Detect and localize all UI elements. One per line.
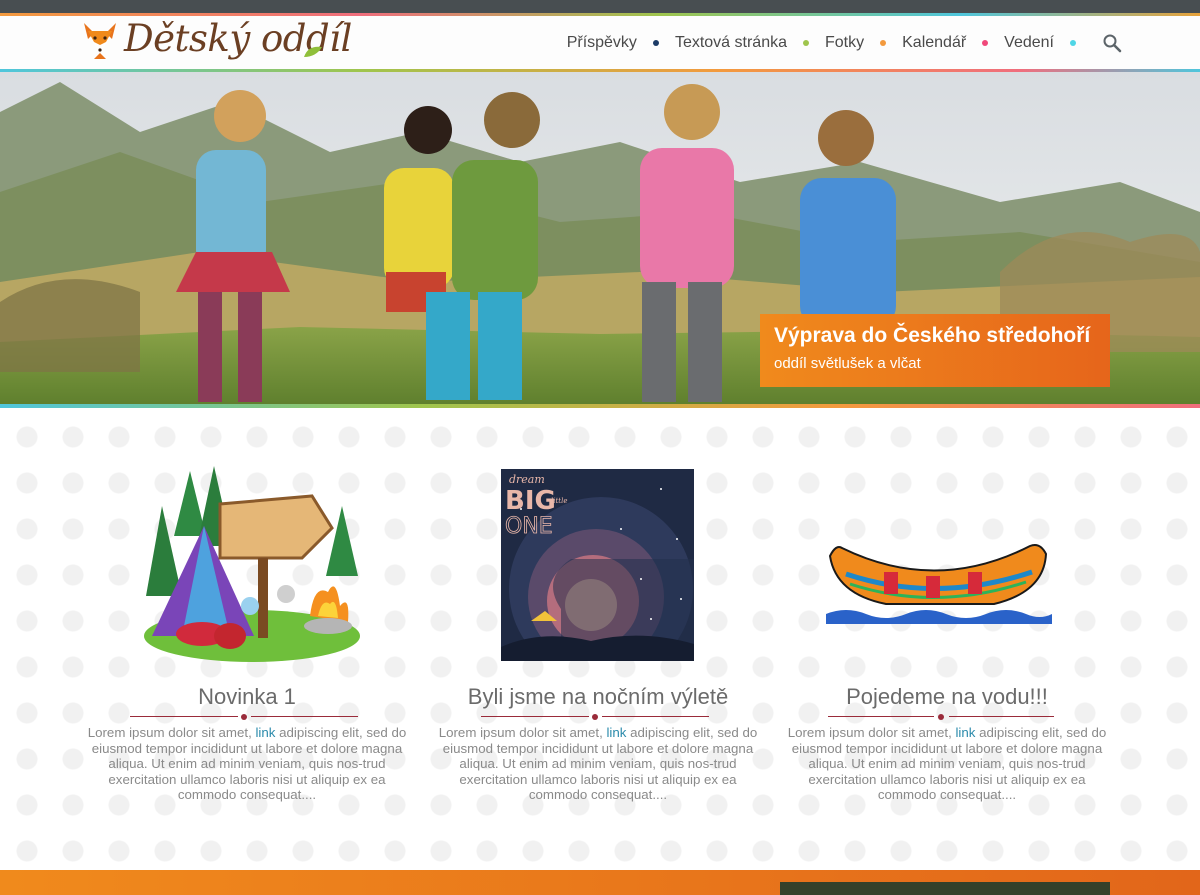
divider-line xyxy=(130,716,238,717)
nav-item-kalendar[interactable]: Kalendář xyxy=(902,34,966,52)
nav-dot xyxy=(982,40,989,46)
text-before-link: Lorem ipsum dolor sit amet, xyxy=(438,725,607,740)
text-before-link: Lorem ipsum dolor sit amet, xyxy=(87,725,256,740)
nav-dot xyxy=(803,40,809,46)
canoe-illustration[interactable] xyxy=(826,534,1052,624)
inline-link[interactable]: link xyxy=(255,725,275,740)
poster-text-big: BIG xyxy=(505,486,556,516)
hero-banner[interactable]: Výprava do Českého středohoří oddíl svět… xyxy=(0,72,1200,406)
nav-item-prispevky[interactable]: Příspěvky xyxy=(567,34,637,52)
header-rainbow-top xyxy=(0,13,1200,16)
footer-band xyxy=(0,870,1200,895)
divider-line xyxy=(481,716,589,717)
night-poster-illustration[interactable]: dream BIG little ONE xyxy=(501,469,694,661)
main-nav: Příspěvky Textová stránka Fotky Kalendář… xyxy=(567,29,1122,57)
camping-tent-illustration[interactable] xyxy=(142,466,367,666)
nav-dot xyxy=(1070,40,1076,46)
news-card-title[interactable]: Byli jsme na nočním výletě xyxy=(433,684,763,710)
divider-dot xyxy=(938,714,944,720)
leaf-icon xyxy=(304,46,322,57)
title-divider xyxy=(130,714,358,720)
news-section: Novinka 1 Lorem ipsum dolor sit amet, li… xyxy=(0,408,1200,870)
nav-dot xyxy=(880,40,887,46)
divider-dot xyxy=(592,714,598,720)
divider-line xyxy=(251,716,358,717)
news-card-text: Lorem ipsum dolor sit amet, link adipisc… xyxy=(433,725,763,803)
hero-caption-title: Výprava do Českého středohoří xyxy=(774,324,1091,347)
text-before-link: Lorem ipsum dolor sit amet, xyxy=(787,725,956,740)
title-divider xyxy=(481,714,709,720)
divider-line xyxy=(949,716,1054,717)
news-card-text: Lorem ipsum dolor sit amet, link adipisc… xyxy=(82,725,412,803)
inline-link[interactable]: link xyxy=(606,725,626,740)
news-card-title[interactable]: Novinka 1 xyxy=(82,684,412,710)
title-divider xyxy=(828,714,1054,720)
nav-item-textova-stranka[interactable]: Textová stránka xyxy=(675,34,787,52)
poster-text-dream: dream xyxy=(509,473,545,486)
poster-text-little: little xyxy=(551,497,568,505)
hero-caption-subtitle: oddíl světlušek a vlčat xyxy=(774,355,921,372)
divider-dot xyxy=(241,714,247,720)
divider-line xyxy=(828,716,934,717)
top-strip xyxy=(0,0,1200,13)
divider-line xyxy=(602,716,709,717)
footer-photo-thumbnail[interactable] xyxy=(780,882,1110,895)
site-logo[interactable]: Dětský oddíl xyxy=(80,17,352,69)
news-card-text: Lorem ipsum dolor sit amet, link adipisc… xyxy=(782,725,1112,803)
fox-icon xyxy=(84,23,116,59)
inline-link[interactable]: link xyxy=(955,725,975,740)
search-icon[interactable] xyxy=(1102,33,1122,53)
nav-item-fotky[interactable]: Fotky xyxy=(825,34,864,52)
nav-item-vedeni[interactable]: Vedení xyxy=(1004,34,1054,52)
poster-text-one: ONE xyxy=(505,514,553,539)
news-card-title[interactable]: Pojedeme na vodu!!! xyxy=(782,684,1112,710)
nav-dot xyxy=(652,40,659,46)
site-header: Dětský oddíl Příspěvky Textová stránka F… xyxy=(0,13,1200,72)
hero-caption[interactable]: Výprava do Českého středohoří oddíl svět… xyxy=(760,314,1110,387)
